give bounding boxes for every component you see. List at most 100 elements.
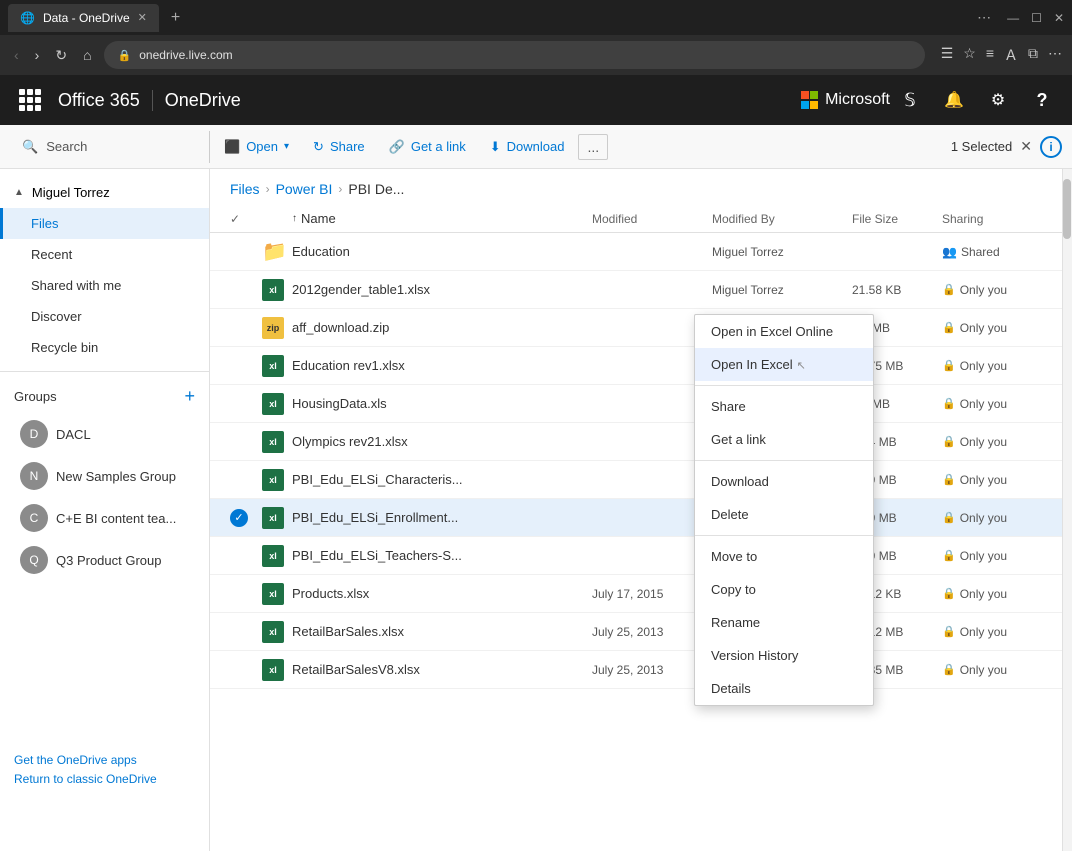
- file-name: Education rev1.xlsx: [292, 358, 592, 373]
- minimize-button[interactable]: —: [1007, 11, 1019, 25]
- table-row[interactable]: zip aff_download.zip Miguel Torrez 1.5 M…: [210, 309, 1072, 347]
- table-row[interactable]: xl 2012gender_table1.xlsx Miguel Torrez …: [210, 271, 1072, 309]
- breadcrumb-files[interactable]: Files: [230, 181, 260, 197]
- maximize-button[interactable]: ☐: [1031, 11, 1042, 25]
- group-item-dacl[interactable]: D DACL: [0, 413, 209, 455]
- context-menu-item-details[interactable]: Details: [695, 672, 873, 705]
- context-menu-item-rename[interactable]: Rename: [695, 606, 873, 639]
- refresh-button[interactable]: ↻: [51, 43, 71, 68]
- bookmarks-icon[interactable]: ☰: [941, 45, 954, 65]
- app-name-section: Office 365 OneDrive: [58, 90, 241, 111]
- context-menu-item-move-to[interactable]: Move to: [695, 540, 873, 573]
- xlsx-icon: xl: [262, 431, 284, 453]
- header-name[interactable]: ↑ Name: [292, 211, 592, 226]
- open-label: Open: [246, 139, 278, 154]
- deselect-button[interactable]: ✕: [1020, 138, 1032, 155]
- table-row[interactable]: xl PBI_Edu_ELSi_Characteris... Miguel To…: [210, 461, 1072, 499]
- header-file-size[interactable]: File Size: [852, 212, 942, 226]
- context-menu-item-share[interactable]: Share: [695, 390, 873, 423]
- sharing-lock-icon: 🔒: [942, 359, 956, 372]
- browser-tab[interactable]: 🌐 Data - OneDrive ✕: [8, 4, 159, 32]
- table-row[interactable]: 📁 Education Miguel Torrez 👥Shared: [210, 233, 1072, 271]
- table-row[interactable]: xl Products.xlsx July 17, 2015 Miguel To…: [210, 575, 1072, 613]
- info-button[interactable]: i: [1040, 136, 1062, 158]
- breadcrumb-powerbi[interactable]: Power BI: [276, 181, 333, 197]
- table-row[interactable]: xl HousingData.xls Miguel Torrez 1.6 MB …: [210, 385, 1072, 423]
- tab-close-button[interactable]: ✕: [138, 11, 147, 24]
- context-menu-item-copy-to[interactable]: Copy to: [695, 573, 873, 606]
- onedrive-label[interactable]: OneDrive: [165, 90, 241, 111]
- read-mode-icon[interactable]: Ａ: [1004, 45, 1018, 65]
- close-button[interactable]: ✕: [1054, 11, 1064, 25]
- sidebar-item-shared[interactable]: Shared with me: [0, 270, 209, 301]
- office365-label[interactable]: Office 365: [58, 90, 153, 111]
- context-menu-item-get-a-link[interactable]: Get a link: [695, 423, 873, 456]
- sidebar-item-files[interactable]: Files: [0, 208, 209, 239]
- download-toolbar-button[interactable]: ⬇ Download: [480, 131, 575, 163]
- skype-button[interactable]: 𝕊: [890, 75, 930, 125]
- table-row[interactable]: xl RetailBarSalesV8.xlsx July 25, 2013 M…: [210, 651, 1072, 689]
- header-check[interactable]: ✓: [230, 212, 262, 226]
- context-menu-item-download[interactable]: Download: [695, 465, 873, 498]
- groups-section-header[interactable]: Groups +: [0, 380, 209, 413]
- context-menu-item-open-in-excel[interactable]: Open In Excel↖: [695, 348, 873, 381]
- file-icon-cell: xl: [262, 393, 292, 415]
- star-icon[interactable]: ☆: [963, 45, 976, 65]
- link-icon: 🔗: [389, 139, 405, 155]
- scrollbar-thumb[interactable]: [1063, 179, 1071, 239]
- header-modified-by[interactable]: Modified By: [712, 212, 852, 226]
- share-icon: ↻: [313, 139, 324, 155]
- share-button[interactable]: ↻ Share: [303, 131, 375, 163]
- table-row[interactable]: ✓ xl PBI_Edu_ELSi_Enrollment... Miguel T…: [210, 499, 1072, 537]
- get-link-button[interactable]: 🔗 Get a link: [379, 131, 476, 163]
- table-row[interactable]: xl RetailBarSales.xlsx July 25, 2013 Mig…: [210, 613, 1072, 651]
- context-menu-item-version-history[interactable]: Version History: [695, 639, 873, 672]
- new-tab-button[interactable]: +: [171, 9, 180, 27]
- file-modified-by: Miguel Torrez: [712, 283, 852, 297]
- header-sharing[interactable]: Sharing: [942, 212, 1052, 226]
- help-button[interactable]: ?: [1022, 75, 1062, 125]
- extensions-btn[interactable]: ⧉: [1028, 45, 1038, 65]
- sidebar-item-recent[interactable]: Recent: [0, 239, 209, 270]
- group-item-cebi[interactable]: C C+E BI content tea...: [0, 497, 209, 539]
- add-group-button[interactable]: +: [184, 386, 195, 407]
- more-btn[interactable]: ⋯: [1048, 45, 1062, 65]
- context-menu-item-open-in-excel-online[interactable]: Open in Excel Online: [695, 315, 873, 348]
- header-modified[interactable]: Modified: [592, 212, 712, 226]
- waffle-button[interactable]: [10, 75, 50, 125]
- file-sharing: 🔒Only you: [942, 511, 1052, 525]
- group-item-newsamples[interactable]: N New Samples Group: [0, 455, 209, 497]
- search-button[interactable]: 🔍 Search: [10, 131, 210, 163]
- address-bar[interactable]: 🔒 onedrive.live.com: [104, 41, 925, 69]
- file-check-cell[interactable]: ✓: [230, 509, 262, 527]
- menu-icon[interactable]: ≡: [986, 45, 994, 65]
- settings-button[interactable]: ⚙: [978, 75, 1018, 125]
- file-name: RetailBarSales.xlsx: [292, 624, 592, 639]
- get-apps-link[interactable]: Get the OneDrive apps: [14, 753, 195, 767]
- back-button[interactable]: ‹: [10, 43, 23, 67]
- sidebar-user[interactable]: ▲ Miguel Torrez: [0, 177, 209, 208]
- forward-button[interactable]: ›: [31, 43, 44, 67]
- search-icon: 🔍: [22, 139, 38, 155]
- file-sharing: 🔒Only you: [942, 397, 1052, 411]
- context-menu-item-delete[interactable]: Delete: [695, 498, 873, 531]
- more-options-button[interactable]: ...: [578, 134, 608, 160]
- classic-link[interactable]: Return to classic OneDrive: [14, 771, 195, 788]
- open-button[interactable]: ⬛ Open ▾: [214, 131, 299, 163]
- scrollbar-track[interactable]: [1062, 169, 1072, 851]
- file-sharing: 🔒Only you: [942, 625, 1052, 639]
- sharing-text: Only you: [960, 321, 1007, 335]
- sharing-text: Only you: [960, 549, 1007, 563]
- table-row[interactable]: xl Education rev1.xlsx Miguel Torrez 32.…: [210, 347, 1072, 385]
- extensions-icon[interactable]: ⋯: [977, 9, 991, 26]
- home-button[interactable]: ⌂: [79, 43, 95, 67]
- sidebar-item-recycle[interactable]: Recycle bin: [0, 332, 209, 363]
- table-row[interactable]: xl Olympics rev21.xlsx Miguel Torrez 2.8…: [210, 423, 1072, 461]
- sidebar-item-discover[interactable]: Discover: [0, 301, 209, 332]
- file-name: Products.xlsx: [292, 586, 592, 601]
- group-item-q3product[interactable]: Q Q3 Product Group: [0, 539, 209, 581]
- sharing-text: Only you: [960, 283, 1007, 297]
- table-row[interactable]: xl PBI_Edu_ELSi_Teachers-S... Miguel Tor…: [210, 537, 1072, 575]
- open-icon: ⬛: [224, 139, 240, 155]
- notifications-button[interactable]: 🔔: [934, 75, 974, 125]
